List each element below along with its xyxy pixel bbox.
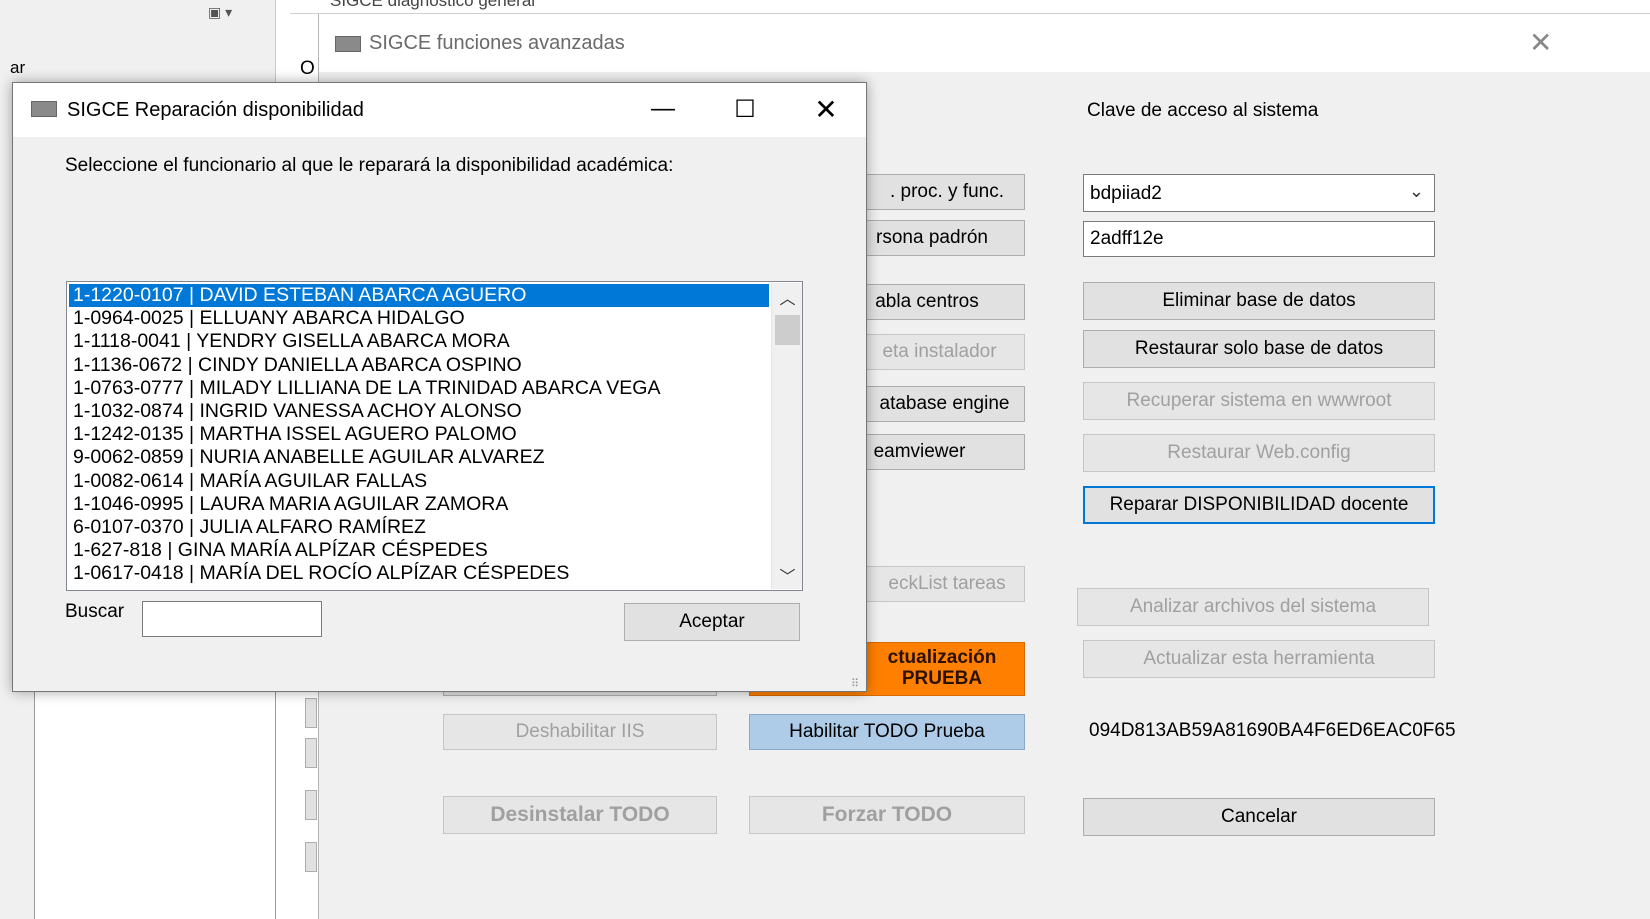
restaurar-base-datos-button[interactable]: Restaurar solo base de datos bbox=[1083, 330, 1435, 368]
analizar-archivos-button[interactable]: Analizar archivos del sistema bbox=[1077, 588, 1429, 626]
background-diagnostic-titlebar: SIGCE diagnostico general bbox=[290, 0, 1650, 14]
advanced-window-titlebar: SIGCE funciones avanzadas ✕ bbox=[319, 14, 1650, 72]
forzar-todo-button[interactable]: Forzar TODO bbox=[749, 796, 1025, 834]
reparar-disponibilidad-button[interactable]: Reparar DISPONIBILIDAD docente bbox=[1083, 486, 1435, 524]
database-select[interactable]: bdpiiad2 ⌄ bbox=[1083, 174, 1435, 212]
list-item[interactable]: 1-0082-0614 | MARÍA AGUILAR FALLAS bbox=[69, 470, 769, 493]
list-item[interactable]: 6-0107-0370 | JULIA ALFARO RAMÍREZ bbox=[69, 516, 769, 539]
list-item[interactable]: 9-0062-0859 | NURIA ANABELLE AGUILAR ALV… bbox=[69, 446, 769, 469]
minimize-icon[interactable]: — bbox=[640, 89, 686, 129]
dialog-prompt: Seleccione el funcionario al que le repa… bbox=[65, 155, 674, 176]
habilitar-todo-button[interactable]: Habilitar TODO Prueba bbox=[749, 714, 1025, 750]
cancel-button[interactable]: Cancelar bbox=[1083, 798, 1435, 836]
list-item[interactable]: 1-1118-0041 | YENDRY GISELLA ABARCA MORA bbox=[69, 330, 769, 353]
system-hash-text: 094D813AB59A81690BA4F6ED6EAC0F65 bbox=[1089, 720, 1456, 741]
clipped-button[interactable] bbox=[305, 842, 317, 872]
background-left-label: ar bbox=[10, 58, 26, 77]
scroll-thumb[interactable] bbox=[775, 315, 800, 345]
advanced-window-title: SIGCE funciones avanzadas bbox=[369, 32, 625, 54]
list-item[interactable]: 1-1220-0107 | DAVID ESTEBAN ABARCA AGUER… bbox=[69, 284, 769, 308]
close-icon[interactable]: ✕ bbox=[803, 89, 849, 129]
list-item[interactable]: 1-0964-0025 | ELLUANY ABARCA HIDALGO bbox=[69, 307, 769, 330]
list-item[interactable]: 1-627-818 | GINA MARÍA ALPÍZAR CÉSPEDES bbox=[69, 539, 769, 562]
repair-availability-dialog: SIGCE Reparación disponibilidad — ☐ ✕ Se… bbox=[12, 82, 867, 692]
chevron-down-icon: ⌄ bbox=[1408, 181, 1424, 201]
restaurar-webconfig-button[interactable]: Restaurar Web.config bbox=[1083, 434, 1435, 472]
access-key-label: Clave de acceso al sistema bbox=[1087, 100, 1319, 121]
dialog-titlebar: SIGCE Reparación disponibilidad — ☐ ✕ bbox=[13, 83, 866, 137]
employee-list-items: 1-1220-0107 | DAVID ESTEBAN ABARCA AGUER… bbox=[69, 284, 769, 585]
recuperar-sistema-button[interactable]: Recuperar sistema en wwwroot bbox=[1083, 382, 1435, 420]
search-input[interactable] bbox=[142, 601, 322, 637]
scroll-down-icon[interactable]: ﹀ bbox=[772, 561, 802, 589]
clipped-button[interactable] bbox=[305, 738, 317, 768]
app-icon bbox=[31, 101, 57, 117]
list-item[interactable]: 1-1136-0672 | CINDY DANIELLA ABARCA OSPI… bbox=[69, 354, 769, 377]
list-item[interactable]: 1-1032-0874 | INGRID VANESSA ACHOY ALONS… bbox=[69, 400, 769, 423]
list-item[interactable]: 1-1242-0135 | MARTHA ISSEL AGUERO PALOMO bbox=[69, 423, 769, 446]
desinstalar-todo-button[interactable]: Desinstalar TODO bbox=[443, 796, 717, 834]
list-item[interactable]: 1-0617-0418 | MARÍA DEL ROCÍO ALPÍZAR CÉ… bbox=[69, 562, 769, 585]
search-label: Buscar bbox=[65, 601, 125, 622]
vertical-scrollbar[interactable]: ︿ ﹀ bbox=[771, 283, 802, 589]
access-key-input[interactable] bbox=[1083, 221, 1435, 257]
background-diagnostic-title: SIGCE diagnostico general bbox=[330, 0, 536, 10]
deshabilitar-iis-button[interactable]: Deshabilitar IIS bbox=[443, 714, 717, 750]
close-icon[interactable]: ✕ bbox=[1529, 26, 1552, 59]
dialog-title: SIGCE Reparación disponibilidad bbox=[67, 99, 364, 121]
resize-grip-icon[interactable]: ⠿ bbox=[851, 677, 859, 690]
database-select-value: bdpiiad2 bbox=[1090, 183, 1162, 204]
employee-listbox[interactable]: 1-1220-0107 | DAVID ESTEBAN ABARCA AGUER… bbox=[66, 281, 803, 591]
background-left-list bbox=[34, 690, 276, 919]
scroll-up-icon[interactable]: ︿ bbox=[772, 283, 802, 311]
eliminar-base-datos-button[interactable]: Eliminar base de datos bbox=[1083, 282, 1435, 320]
app-icon bbox=[335, 36, 361, 52]
background-toolbar-icon: ▣ ▾ bbox=[208, 4, 233, 20]
actualizar-herramienta-button[interactable]: Actualizar esta herramienta bbox=[1083, 640, 1435, 678]
clipped-button[interactable] bbox=[305, 790, 317, 820]
maximize-icon[interactable]: ☐ bbox=[722, 89, 768, 129]
clipped-button[interactable] bbox=[305, 698, 317, 728]
list-item[interactable]: 1-1046-0995 | LAURA MARIA AGUILAR ZAMORA bbox=[69, 493, 769, 516]
list-item[interactable]: 1-0763-0777 | MILADY LILLIANA DE LA TRIN… bbox=[69, 377, 769, 400]
background-diagnostic-label: O bbox=[300, 58, 315, 79]
accept-button[interactable]: Aceptar bbox=[624, 603, 800, 641]
